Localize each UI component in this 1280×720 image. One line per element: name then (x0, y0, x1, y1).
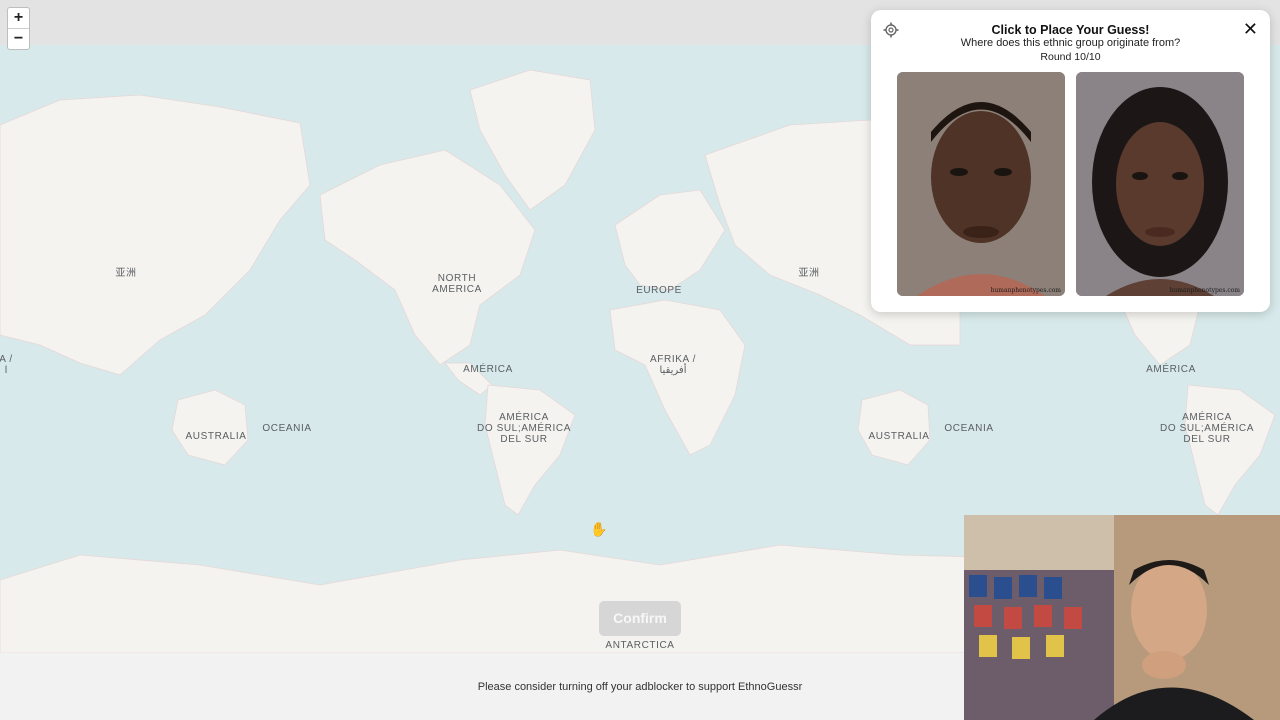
map-label-oceania-right: OCEANIA (944, 423, 994, 434)
confirm-button[interactable]: Confirm (599, 601, 681, 636)
zoom-out-button[interactable]: − (8, 28, 29, 49)
guess-panel: ✕ Click to Place Your Guess! Where does … (871, 10, 1270, 312)
face-image-male: humanphenotypes.com (897, 72, 1065, 296)
map-label-south-america-center: AMÉRICA DO SUL;AMÉRICA DEL SUR (477, 412, 571, 445)
map-label-oceania-left: OCEANIA (262, 423, 312, 434)
zoom-in-button[interactable]: + (8, 8, 29, 28)
map-label-africa: AFRIKA / أفريقيا (650, 354, 696, 376)
map-label-america-right: AMÉRICA (1146, 364, 1196, 375)
face-credit: humanphenotypes.com (1169, 287, 1240, 294)
map-label-north-america: NORTH AMERICA (432, 273, 482, 295)
map-label-america-center: AMÉRICA (463, 364, 513, 375)
panel-title: Click to Place Your Guess! (991, 23, 1150, 37)
face-image-female: humanphenotypes.com (1076, 72, 1244, 296)
map-label-asia-arabic-left: A / ا (0, 354, 13, 376)
zoom-control: + − (7, 7, 30, 50)
hand-cursor-icon: ✋ (590, 521, 608, 537)
map-label-asia-left: 亚洲 (115, 268, 137, 279)
webcam-overlay (964, 515, 1280, 720)
map-label-antarctica: ANTARCTICA (605, 640, 675, 651)
map-label-south-america-right: AMÉRICA DO SUL;AMÉRICA DEL SUR (1160, 412, 1254, 445)
map-label-asia-right: 亚洲 (798, 268, 820, 279)
map-label-australia-right: AUSTRALIA (868, 431, 930, 442)
panel-question: Where does this ethnic group originate f… (960, 37, 1181, 49)
map-label-australia-left: AUSTRALIA (185, 431, 247, 442)
face-credit: humanphenotypes.com (990, 287, 1061, 294)
map-label-europe: EUROPE (636, 285, 682, 296)
round-indicator: Round 10/10 (1040, 51, 1101, 63)
